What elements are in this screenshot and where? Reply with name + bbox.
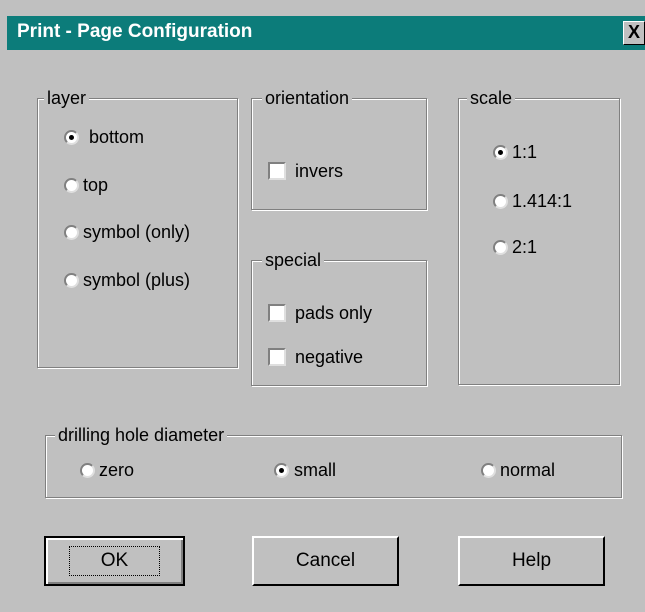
layer-legend: layer: [44, 87, 90, 109]
close-button[interactable]: X: [623, 21, 645, 45]
drilling-normal-radio[interactable]: [481, 463, 496, 478]
drilling-zero-radio[interactable]: [80, 463, 95, 478]
layer-bottom-radio[interactable]: [64, 130, 79, 145]
cancel-button[interactable]: Cancel: [252, 536, 399, 586]
scale-2-1-label[interactable]: 2:1: [512, 236, 537, 258]
title-bar[interactable]: Print - Page Configuration X: [7, 16, 645, 50]
drilling-hole-diameter-legend: drilling hole diameter: [55, 424, 228, 446]
invers-label[interactable]: invers: [295, 160, 343, 182]
scale-2-1-radio[interactable]: [493, 240, 508, 255]
pads-only-checkbox[interactable]: [268, 304, 286, 322]
layer-symbol-only-label[interactable]: symbol (only): [83, 221, 190, 243]
scale-group: scale: [458, 87, 620, 385]
close-icon: X: [627, 22, 640, 42]
drilling-zero-label[interactable]: zero: [99, 459, 134, 481]
negative-label[interactable]: negative: [295, 346, 363, 368]
layer-symbol-plus-label[interactable]: symbol (plus): [83, 269, 190, 291]
pads-only-label[interactable]: pads only: [295, 302, 372, 324]
invers-checkbox[interactable]: [268, 162, 286, 180]
layer-top-radio[interactable]: [64, 178, 79, 193]
scale-legend: scale: [467, 87, 516, 109]
window-title: Print - Page Configuration: [17, 21, 253, 42]
drilling-small-radio[interactable]: [274, 463, 289, 478]
scale-1-1-radio[interactable]: [493, 145, 508, 160]
ok-button-label: OK: [68, 546, 161, 576]
orientation-legend: orientation: [262, 87, 353, 109]
print-page-configuration-dialog: Print - Page Configuration X layer botto…: [0, 0, 645, 612]
orientation-group: orientation: [251, 87, 427, 210]
drilling-small-label[interactable]: small: [294, 459, 336, 481]
help-button[interactable]: Help: [458, 536, 605, 586]
layer-symbol-plus-radio[interactable]: [64, 273, 79, 288]
scale-1414-1-radio[interactable]: [493, 194, 508, 209]
scale-1-1-label[interactable]: 1:1: [512, 141, 537, 163]
layer-top-label[interactable]: top: [83, 174, 108, 196]
cancel-button-label: Cancel: [295, 550, 356, 571]
scale-1414-1-label[interactable]: 1.414:1: [512, 190, 572, 212]
layer-symbol-only-radio[interactable]: [64, 225, 79, 240]
special-legend: special: [262, 249, 325, 271]
ok-button[interactable]: OK: [44, 536, 185, 586]
layer-bottom-label[interactable]: bottom: [89, 126, 144, 148]
drilling-normal-label[interactable]: normal: [500, 459, 555, 481]
help-button-label: Help: [511, 550, 552, 571]
negative-checkbox[interactable]: [268, 348, 286, 366]
